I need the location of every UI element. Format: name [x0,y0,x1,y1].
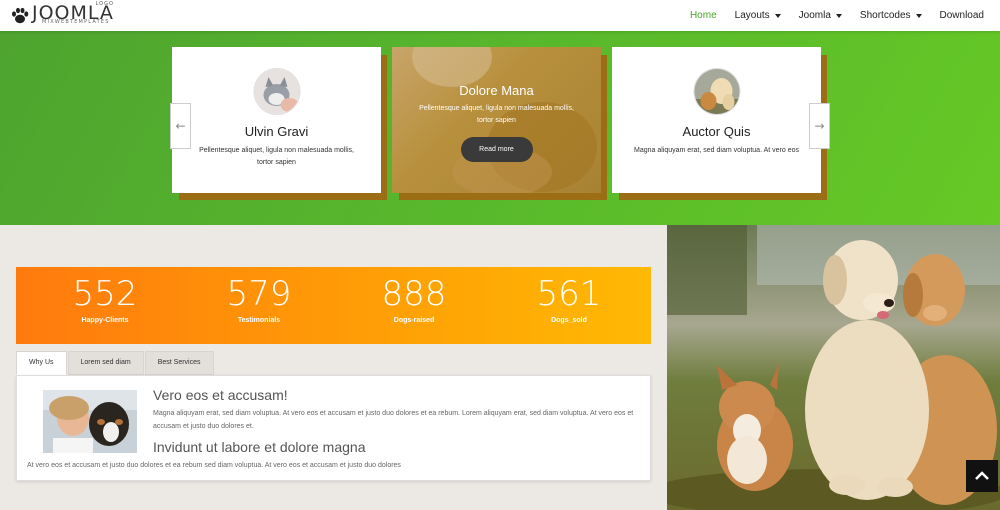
card-name: Ulvin Gravi [244,124,309,139]
nav-shortcodes-label: Shortcodes [859,10,911,21]
panel-heading: Vero eos et accusam! [153,387,288,403]
stats-counters: 552 Happy-Clients 579 Testimonials 888 D… [16,267,651,344]
chevron-down-icon [915,13,922,18]
woman-with-dog-photo [43,390,137,453]
card-text: Magna aliquyam erat, sed diam voluptua. … [634,147,799,154]
golden-retrievers-photo [667,225,1000,510]
carousel-prev-button[interactable]: ← [170,103,191,149]
logo-subtitle: MIXWEBTEMPLATES [42,19,110,25]
nav-home[interactable]: Home [690,10,717,21]
counter-testimonials: 579 Testimonials [180,267,338,324]
counter-value: 552 [72,274,138,314]
testimonial-carousel-section: Ulvin Gravi Pellentesque aliquet, ligula… [0,31,1000,225]
chevron-down-icon [774,13,781,18]
nav-download[interactable]: Download [940,10,984,21]
cat-photo [254,69,299,114]
testimonial-card: Auctor Quis Magna aliquyam erat, sed dia… [612,47,821,193]
tab-lorem-sed-diam[interactable]: Lorem sed diam [67,351,144,375]
arrow-left-icon: ← [175,119,186,133]
nav-download-label: Download [939,10,984,21]
tab-best-services[interactable]: Best Services [144,351,214,375]
nav-home-label: Home [689,10,717,21]
carousel-next-button[interactable]: → [809,103,830,149]
testimonial-card: Ulvin Gravi Pellentesque aliquet, ligula… [172,47,381,193]
card-text: Pellentesque aliquet, ligula non malesua… [199,147,354,166]
site-header: JOOMLA LOGO MIXWEBTEMPLATES Home Layouts… [0,0,1000,31]
card-name: Auctor Quis [682,124,751,139]
logo-small-text: LOGO [95,1,114,7]
chevron-up-icon [975,471,989,480]
counter-label: Dogs_sold [551,317,587,324]
counter-label: Testimonials [237,317,281,324]
nav-joomla-label: Joomla [798,10,831,21]
testimonial-card-featured: Dolore Mana Pellentesque aliquet, ligula… [392,47,601,193]
tab-why-us[interactable]: Why Us [16,351,67,375]
read-more-button[interactable]: Read more [460,137,533,162]
panel-heading: Invidunt ut labore et dolore magna [153,439,366,455]
nav-layouts-label: Layouts [734,10,770,21]
counter-value: 579 [226,274,292,314]
panel-paragraph: At vero eos et accusam et justo duo dolo… [27,462,401,469]
main-nav: Home Layouts Joomla Shortcodes Download [672,0,984,31]
counter-label: Happy-Clients [81,317,129,324]
back-to-top-button[interactable] [966,460,998,492]
counter-happy-clients: 552 Happy-Clients [26,267,184,324]
counter-label: Dogs-raised [393,317,435,324]
arrow-right-icon: → [814,119,825,133]
counter-dogs-sold: 561 Dogs_sold [490,267,648,324]
avatar [253,68,300,115]
paw-icon [12,7,29,23]
counter-value: 888 [381,274,447,314]
chevron-down-icon [835,13,842,18]
puppies-photo [694,69,739,114]
counter-value: 561 [536,274,602,314]
nav-layouts[interactable]: Layouts [735,10,781,21]
counter-dogs-raised: 888 Dogs-raised [335,267,493,324]
panel-paragraph: Magna aliquyam erat, sed diam voluptua. … [153,410,634,430]
avatar [693,68,740,115]
nav-joomla[interactable]: Joomla [799,10,842,21]
card-name: Dolore Mana [459,83,534,98]
card-text: Pellentesque aliquet, ligula non malesua… [419,105,574,124]
nav-shortcodes[interactable]: Shortcodes [860,10,922,21]
tab-panel: Vero eos et accusam! Magna aliquyam erat… [16,375,651,481]
info-tabs: Why Us Lorem sed diam Best Services [16,351,215,375]
